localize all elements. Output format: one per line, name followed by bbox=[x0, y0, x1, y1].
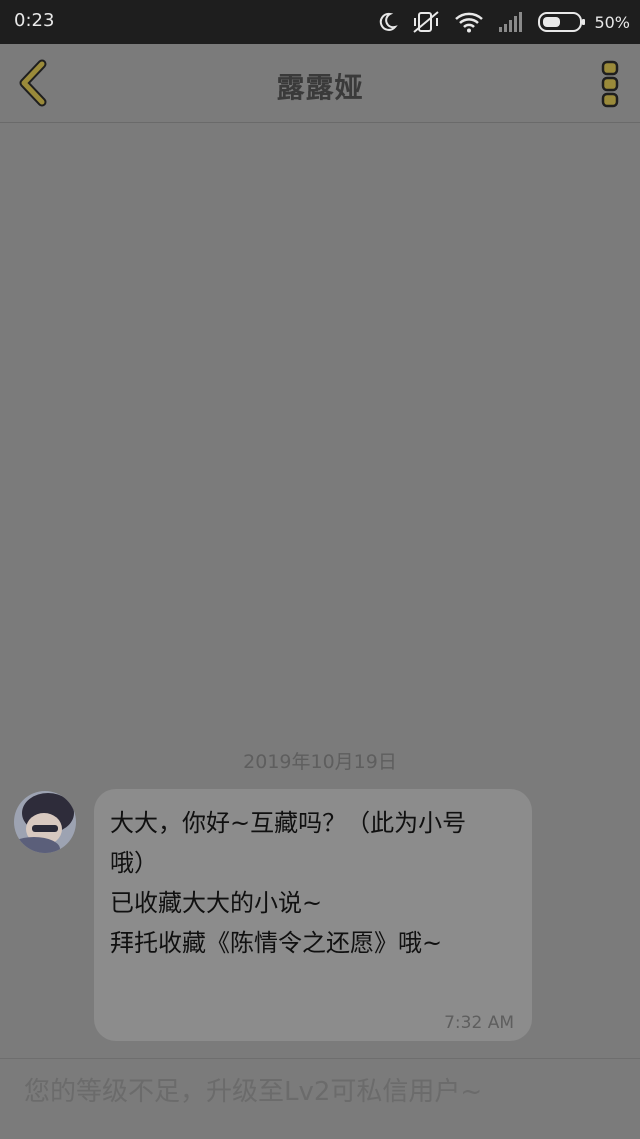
battery-percent: 50% bbox=[594, 12, 630, 32]
message-bubble[interactable]: 大大，你好~互藏吗？（此为小号哦） 已收藏大大的小说~ 拜托收藏《陈情令之还愿》… bbox=[94, 789, 532, 1041]
vibrate-off-icon bbox=[412, 10, 440, 34]
input-bar: 您的等级不足，升级至Lv2可私信用户~ bbox=[0, 1058, 640, 1139]
battery-icon bbox=[538, 12, 586, 32]
status-bar: 0:23 50% bbox=[0, 0, 640, 44]
status-time: 0:23 bbox=[14, 10, 55, 31]
vertical-dots-icon bbox=[596, 60, 624, 112]
status-icons: 50% bbox=[376, 0, 630, 44]
page-title: 露露娅 bbox=[276, 71, 364, 104]
signal-icon bbox=[498, 11, 524, 33]
avatar[interactable] bbox=[14, 791, 76, 853]
message-text: 大大，你好~互藏吗？（此为小号哦） 已收藏大大的小说~ 拜托收藏《陈情令之还愿》… bbox=[110, 809, 467, 957]
moon-icon bbox=[376, 11, 399, 33]
message-timestamp: 7:32 AM bbox=[444, 1013, 514, 1033]
wifi-icon bbox=[454, 11, 484, 33]
date-separator: 2019年10月19日 bbox=[243, 751, 397, 773]
message-list[interactable]: 2019年10月19日 大大，你好~互藏吗？（此为小号哦） 已收藏大大的小说~ … bbox=[0, 123, 640, 1058]
more-menu-button[interactable] bbox=[596, 58, 624, 108]
chat-header: 露露娅 bbox=[0, 44, 640, 123]
level-restriction-notice[interactable]: 您的等级不足，升级至Lv2可私信用户~ bbox=[24, 1071, 482, 1108]
battery-indicator: 50% bbox=[538, 12, 630, 32]
